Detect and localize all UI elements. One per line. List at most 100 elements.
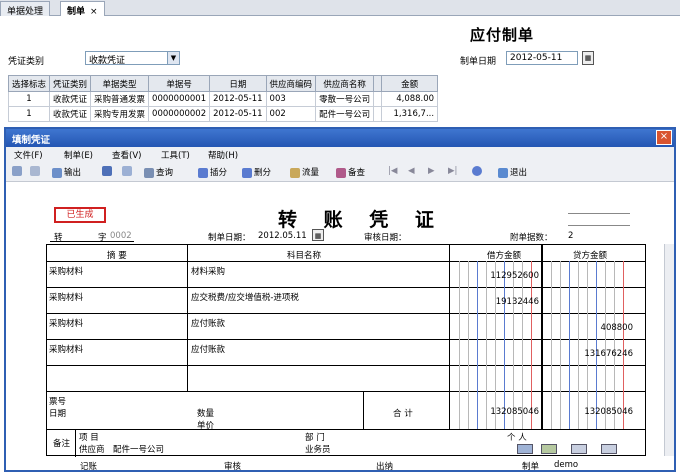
entry-debit[interactable]: 112952600	[449, 271, 541, 281]
voucher-type-select[interactable]: 收款凭证 ▼	[85, 51, 180, 66]
insert-row-button[interactable]: 插分	[198, 166, 227, 178]
grid-header[interactable]: 供应商编码	[265, 75, 317, 92]
digit-line	[468, 261, 469, 429]
menu-view[interactable]: 查看(V)	[112, 149, 141, 161]
generated-stamp: 已生成	[54, 207, 106, 223]
document-grid: 选择标志 凭证类别 单据类型 单据号 日期 供应商编码 供应商名称 金额 1 收…	[7, 75, 439, 122]
grid-header[interactable]: 供应商名称	[315, 75, 375, 92]
delete-row-button[interactable]: 删分	[242, 166, 271, 178]
toolbar-label: 插分	[210, 168, 228, 178]
help-icon[interactable]	[472, 166, 484, 177]
exit-button[interactable]: 退出	[498, 166, 527, 178]
row-line	[47, 339, 645, 340]
grid-cell: 采购专用发票	[90, 106, 150, 122]
close-icon[interactable]: ×	[90, 7, 98, 17]
voucher-number[interactable]: 0002	[110, 231, 132, 241]
entry-account[interactable]: 材料采购	[191, 265, 225, 277]
close-icon[interactable]: ×	[656, 130, 672, 145]
attachment-label: 附单据数：	[510, 233, 553, 243]
entry-account[interactable]: 应交税费/应交增值税-进项税	[191, 291, 299, 303]
edit-icon[interactable]	[571, 444, 587, 454]
entry-summary[interactable]: 采购材料	[49, 291, 83, 303]
voucher-date[interactable]: 2012.05.11	[258, 231, 307, 241]
divider	[568, 225, 630, 226]
grid-cell: 1	[7, 91, 51, 107]
voucher-dialog: 填制凭证 × 文件(F) 制单(E) 查看(V) 工具(T) 帮助(H) 输出 …	[4, 127, 676, 472]
dialog-titlebar[interactable]: 填制凭证	[6, 129, 674, 147]
tab-make-voucher[interactable]: 制单 ×	[60, 1, 105, 17]
ticket-date-label: 日期	[49, 409, 67, 419]
grid-cell: 2012-05-11	[209, 91, 267, 107]
entry-summary[interactable]: 采购材料	[49, 265, 83, 277]
entry-credit[interactable]: 408800	[543, 323, 635, 333]
digit-line	[513, 261, 514, 429]
save-icon[interactable]	[102, 166, 114, 177]
dept-label: 部 门	[305, 433, 325, 443]
auditor-label: 审核	[224, 462, 242, 472]
table-row[interactable]: 1 收款凭证 采购普通发票 0000000001 2012-05-11 003 …	[7, 91, 439, 107]
grid-cell	[373, 106, 383, 122]
maker-name: demo	[554, 460, 579, 470]
calendar-icon[interactable]: ▦	[312, 229, 324, 241]
table-row[interactable]: 1 收款凭证 采购专用发票 0000000002 2012-05-11 002 …	[7, 106, 439, 122]
entry-debit[interactable]: 19132446	[449, 297, 541, 307]
divider	[568, 213, 630, 214]
audit-date-label: 审核日期：	[364, 233, 407, 243]
grid-header[interactable]: 凭证类别	[49, 75, 92, 92]
output-button[interactable]: 输出	[52, 166, 81, 178]
attachment-icon[interactable]	[541, 444, 557, 454]
grid-header[interactable]: 日期	[209, 75, 267, 92]
tab-document-processing[interactable]: 单据处理	[0, 1, 51, 17]
print-icon[interactable]	[12, 166, 24, 177]
next-icon[interactable]: ▶	[428, 166, 435, 176]
cashflow-button[interactable]: 流量	[290, 166, 319, 178]
reference-button[interactable]: 备查	[336, 166, 365, 178]
toolbar: 输出 查询 插分 删分 流量 备查 |◀ ◀ ▶ ▶| 退出	[6, 162, 674, 182]
entry-account[interactable]: 应付账款	[191, 343, 225, 355]
grid-cell: 收款凭证	[49, 91, 92, 107]
total-label: 合 计	[393, 409, 413, 419]
query-button[interactable]: 查询	[144, 166, 173, 178]
unit-price-label: 单价	[197, 421, 215, 431]
scrollbar[interactable]	[664, 244, 674, 456]
menu-file[interactable]: 文件(F)	[14, 149, 43, 161]
entry-account[interactable]: 应付账款	[191, 317, 225, 329]
calendar-icon[interactable]: ▦	[582, 51, 594, 65]
first-icon[interactable]: |◀	[388, 166, 397, 176]
quantity-label: 数量	[197, 409, 215, 419]
grid-header[interactable]: 金额	[381, 75, 439, 92]
delete-icon	[242, 167, 252, 178]
grid-header[interactable]: 单据号	[148, 75, 211, 92]
reference-icon	[336, 167, 346, 178]
prev-icon[interactable]: ◀	[408, 166, 415, 176]
row-line	[47, 429, 645, 430]
entry-summary[interactable]: 采购材料	[49, 317, 83, 329]
digit-line	[504, 261, 505, 429]
col-account: 科目名称	[287, 251, 322, 261]
row-line	[47, 365, 645, 366]
preview-icon[interactable]	[30, 166, 42, 177]
date-input[interactable]: 2012-05-11	[506, 51, 578, 65]
expand-icon[interactable]	[601, 444, 617, 454]
grid-header[interactable]	[373, 75, 383, 92]
menu-help[interactable]: 帮助(H)	[208, 149, 238, 161]
image-icon[interactable]	[517, 444, 533, 454]
entry-summary[interactable]: 采购材料	[49, 343, 83, 355]
grid-header-row: 选择标志 凭证类别 单据类型 单据号 日期 供应商编码 供应商名称 金额	[7, 75, 439, 92]
date-label: 制单日期	[460, 57, 497, 67]
undo-icon[interactable]	[122, 166, 134, 177]
voucher-title: 转 账 凭 证	[278, 209, 444, 231]
menu-make[interactable]: 制单(E)	[64, 149, 93, 161]
menu-tools[interactable]: 工具(T)	[161, 149, 190, 161]
attachment-count[interactable]: 2	[568, 231, 573, 241]
digit-line	[623, 261, 624, 429]
grid-header[interactable]: 选择标志	[7, 75, 51, 92]
grid-header[interactable]: 单据类型	[90, 75, 150, 92]
exit-icon	[498, 167, 508, 178]
digit-line	[560, 261, 561, 429]
digit-line	[486, 261, 487, 429]
entry-credit[interactable]: 131676246	[543, 349, 635, 359]
digit-line	[551, 261, 552, 429]
last-icon[interactable]: ▶|	[448, 166, 457, 176]
total-credit: 132085046	[584, 407, 633, 417]
